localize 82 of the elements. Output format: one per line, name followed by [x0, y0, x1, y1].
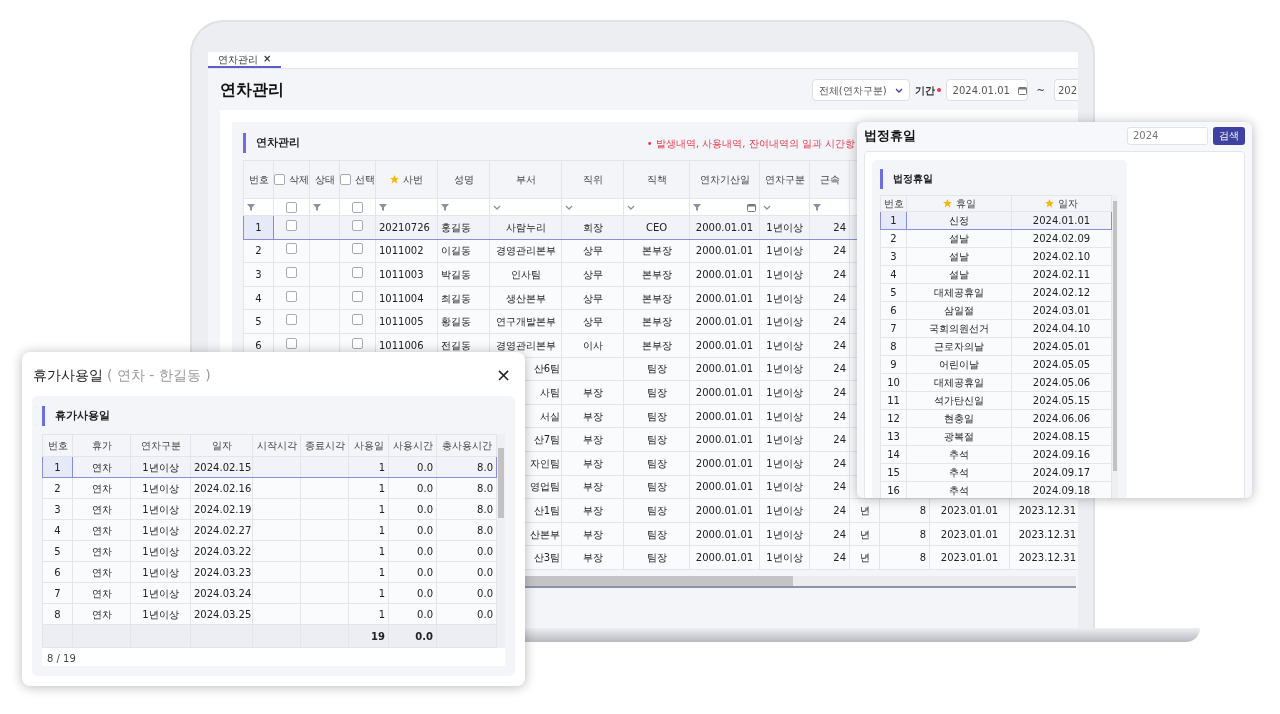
column-header: 번호 [47, 440, 68, 451]
table-cell[interactable]: 2 [42, 477, 73, 499]
table-cell[interactable]: 6 [42, 561, 73, 583]
date-field[interactable]: 202 [1054, 79, 1078, 101]
section-title: 법정휴일 [880, 168, 1119, 189]
column-header: 연차구분 [764, 173, 805, 187]
period-label: 기간 [914, 83, 935, 98]
vertical-scrollbar[interactable] [1112, 194, 1118, 498]
dialog-title: 법정휴일 [864, 127, 916, 145]
column-header: 직위 [582, 173, 603, 187]
column-header: 번호 [883, 196, 904, 210]
column-header: 연차구분 [140, 440, 181, 451]
table-cell[interactable]: 5 [243, 309, 274, 334]
filter-icon[interactable] [693, 203, 701, 211]
table-cell[interactable]: 4 [42, 519, 73, 541]
column-header: 번호 [248, 173, 269, 187]
search-field[interactable]: 2024 [1127, 126, 1208, 145]
column-header: 사번 [403, 173, 423, 187]
range-separator: ~ [1036, 83, 1045, 98]
table-cell[interactable]: 1 [42, 456, 73, 478]
vertical-scrollbar[interactable] [497, 434, 505, 648]
filter-icon[interactable] [379, 203, 387, 211]
table-cell[interactable]: 1 [243, 215, 274, 240]
checkbox[interactable] [286, 314, 297, 326]
checkbox[interactable] [286, 219, 297, 231]
column-header: 사용일 [353, 440, 384, 451]
column-header: 시작시각 [256, 440, 297, 451]
calendar-icon[interactable] [1017, 85, 1027, 95]
checkbox[interactable] [352, 267, 363, 278]
tab[interactable]: 연차관리 × [208, 52, 282, 68]
checkbox[interactable] [352, 337, 363, 349]
column-header: 성명 [453, 173, 474, 187]
column-header: 총사용시간 [441, 440, 492, 451]
checkbox[interactable] [286, 243, 297, 255]
column-header: 사용시간 [392, 440, 433, 451]
dialog-title: 휴가사용일 [33, 367, 103, 383]
notice-text: • 발생내역, 사용내역, 잔여내역의 일과 시간항 [646, 136, 855, 151]
checkbox[interactable] [286, 267, 297, 278]
chevron-down-icon[interactable] [894, 87, 903, 93]
table-cell[interactable]: 7 [42, 582, 73, 604]
search-button[interactable]: 검색 [1213, 126, 1245, 145]
table-cell[interactable]: 3 [243, 262, 274, 287]
checkbox[interactable] [340, 174, 351, 185]
column-header: 일자 [211, 440, 232, 451]
column-header: 휴일 [955, 196, 976, 210]
record-count: 8 / 19 [47, 653, 76, 664]
table-cell[interactable]: 8 [42, 603, 73, 625]
tab-close-button[interactable]: × [263, 54, 272, 64]
page-title: 연차관리 [220, 79, 284, 101]
filter-icon[interactable] [813, 203, 821, 211]
column-header: 종료시각 [304, 440, 345, 451]
calendar-icon[interactable] [747, 202, 756, 212]
filter-icon[interactable] [441, 203, 449, 211]
section-title: 휴가사용일 [42, 406, 505, 426]
table-cell[interactable]: 3 [42, 498, 73, 520]
checkbox[interactable] [352, 243, 363, 255]
column-header: 일자 [1058, 196, 1078, 210]
section-title: 연차관리 [243, 133, 300, 153]
filter-icon[interactable] [247, 203, 255, 211]
column-header: 휴가 [91, 440, 112, 451]
table-cell[interactable]: 2 [243, 239, 274, 263]
column-header: 부서 [515, 173, 536, 187]
date-field[interactable]: 2024.01.01 [945, 79, 1028, 101]
column-header: 근속 [819, 173, 840, 187]
column-header: 상태 [314, 173, 335, 187]
column-header: 선택 [355, 173, 375, 187]
checkbox[interactable] [286, 201, 297, 213]
filter-icon[interactable] [313, 203, 321, 211]
column-header: 연차기산일 [699, 173, 750, 187]
column-header: 삭제 [289, 173, 309, 187]
table-cell[interactable]: 5 [42, 540, 73, 562]
checkbox[interactable] [286, 337, 297, 349]
checkbox[interactable] [352, 290, 363, 302]
checkbox[interactable] [286, 290, 297, 302]
checkbox[interactable] [274, 174, 285, 185]
checkbox[interactable] [352, 314, 363, 326]
dialog-subtitle: ( 연차 - 한길동 ) [107, 367, 211, 383]
column-header: 직책 [646, 173, 667, 187]
category-select[interactable]: 전체(연차구분) [811, 79, 910, 101]
checkbox[interactable] [352, 219, 363, 231]
table-cell[interactable]: 4 [243, 286, 274, 310]
checkbox[interactable] [352, 201, 363, 213]
